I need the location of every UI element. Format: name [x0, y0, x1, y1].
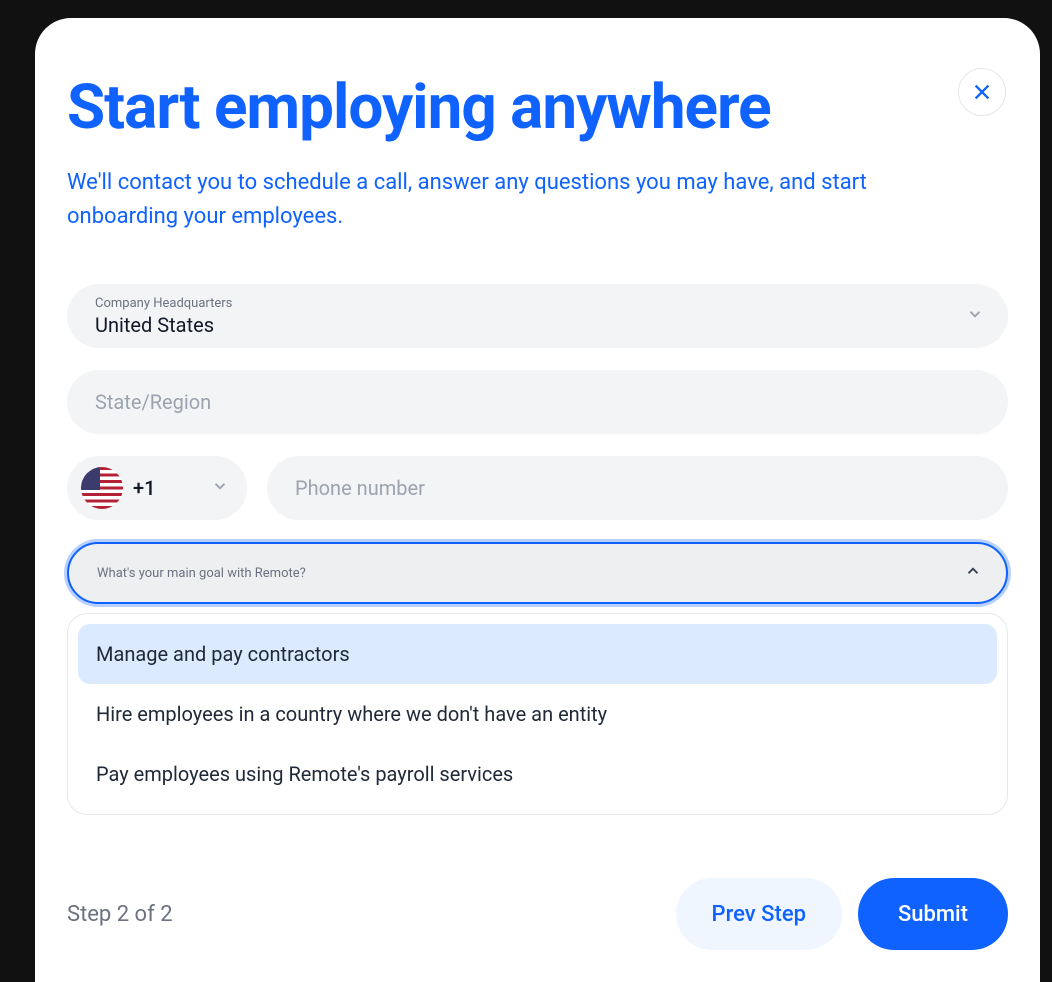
- prev-step-button[interactable]: Prev Step: [676, 878, 842, 950]
- phone-row: +1: [67, 456, 1008, 520]
- company-hq-select[interactable]: Company Headquarters United States: [67, 284, 1008, 348]
- close-icon: [971, 81, 993, 103]
- main-goal-label: What's your main goal with Remote?: [97, 566, 306, 581]
- step-indicator: Step 2 of 2: [67, 902, 173, 927]
- onboarding-modal: Start employing anywhere We'll contact y…: [35, 18, 1040, 982]
- chevron-down-icon: [211, 477, 229, 499]
- goal-option-contractors[interactable]: Manage and pay contractors: [78, 624, 997, 684]
- state-region-input[interactable]: State/Region: [67, 370, 1008, 434]
- main-goal-select[interactable]: What's your main goal with Remote?: [67, 542, 1008, 604]
- modal-footer: Step 2 of 2 Prev Step Submit: [67, 838, 1008, 950]
- close-button[interactable]: [958, 68, 1006, 116]
- state-region-placeholder: State/Region: [95, 390, 980, 414]
- country-code-select[interactable]: +1: [67, 456, 247, 520]
- modal-title: Start employing anywhere: [67, 74, 1008, 142]
- footer-buttons: Prev Step Submit: [676, 878, 1008, 950]
- dial-code: +1: [133, 476, 155, 500]
- company-hq-label: Company Headquarters: [95, 296, 980, 311]
- submit-button[interactable]: Submit: [858, 878, 1008, 950]
- goal-option-hire-employees[interactable]: Hire employees in a country where we don…: [78, 684, 997, 744]
- chevron-down-icon: [966, 305, 984, 327]
- form: Company Headquarters United States State…: [67, 284, 1008, 815]
- modal-subtitle: We'll contact you to schedule a call, an…: [67, 166, 947, 234]
- chevron-up-icon: [964, 562, 982, 584]
- main-goal-dropdown: Manage and pay contractors Hire employee…: [67, 613, 1008, 815]
- company-hq-value: United States: [95, 313, 980, 337]
- goal-option-payroll[interactable]: Pay employees using Remote's payroll ser…: [78, 744, 997, 804]
- phone-number-input[interactable]: [267, 456, 1008, 520]
- us-flag-icon: [81, 467, 123, 509]
